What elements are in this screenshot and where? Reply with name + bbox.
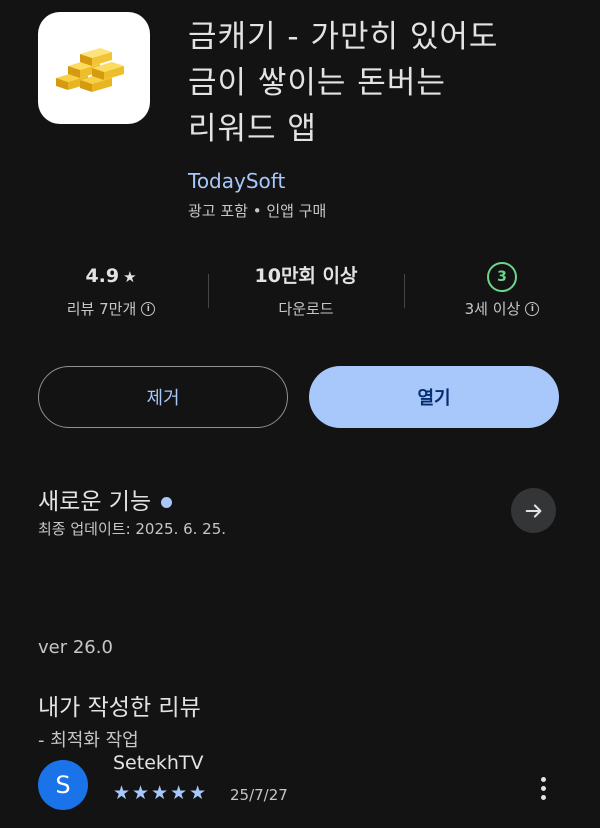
app-title-line-3: 리워드 앱 xyxy=(188,111,317,147)
info-icon: i xyxy=(141,301,156,316)
arrow-right-icon xyxy=(525,503,541,518)
stat-divider xyxy=(404,274,405,308)
version-text: ver 26.0 xyxy=(38,637,113,658)
new-indicator-dot xyxy=(161,497,173,508)
reviewer-name: SetekhTV xyxy=(113,752,204,774)
downloads-stat: 10만회 이상 다운로드 xyxy=(221,262,391,319)
age-rating-label: 3세 이상 xyxy=(464,300,521,318)
avatar: S xyxy=(38,760,88,810)
ads-iap-notice: 광고 포함 • 인앱 구매 xyxy=(188,202,327,220)
rating-label: 리뷰 7만개 xyxy=(66,300,137,318)
star-icon: ★ xyxy=(123,268,137,286)
developer-link[interactable]: TodaySoft xyxy=(188,169,285,193)
downloads-value: 10만회 이상 xyxy=(254,265,358,287)
info-icon: i xyxy=(525,301,540,316)
my-review-heading: 내가 작성한 리뷰 xyxy=(38,695,201,721)
app-icon xyxy=(38,12,150,124)
app-title-line-2: 금이 쌓이는 돈버는 xyxy=(188,65,446,101)
app-title: 금캐기 - 가만히 있어도 금이 쌓이는 돈버는 리워드 앱 xyxy=(188,14,588,152)
open-button[interactable]: 열기 xyxy=(309,366,559,428)
review-stars: ★★★★★ xyxy=(113,782,209,804)
age-rating-stat[interactable]: 3 3세 이상 i xyxy=(417,262,587,319)
rating-value: 4.9 xyxy=(85,265,120,287)
age-rating-badge-icon: 3 xyxy=(487,262,517,292)
downloads-label: 다운로드 xyxy=(278,300,334,318)
whats-new-heading[interactable]: 새로운 기능 xyxy=(38,482,173,516)
rating-stat[interactable]: 4.9 ★ 리뷰 7만개 i xyxy=(26,262,196,319)
more-options-icon[interactable] xyxy=(530,770,556,806)
last-updated: 최종 업데이트: 2025. 6. 25. xyxy=(38,520,227,538)
app-title-line-1: 금캐기 - 가만히 있어도 xyxy=(188,19,499,55)
whats-new-arrow-button[interactable] xyxy=(511,488,556,533)
uninstall-button[interactable]: 제거 xyxy=(38,366,288,428)
whats-new-title: 새로운 기능 xyxy=(38,489,152,515)
stat-divider xyxy=(208,274,209,308)
gold-bars-icon xyxy=(56,48,124,92)
review-date: 25/7/27 xyxy=(230,786,288,804)
